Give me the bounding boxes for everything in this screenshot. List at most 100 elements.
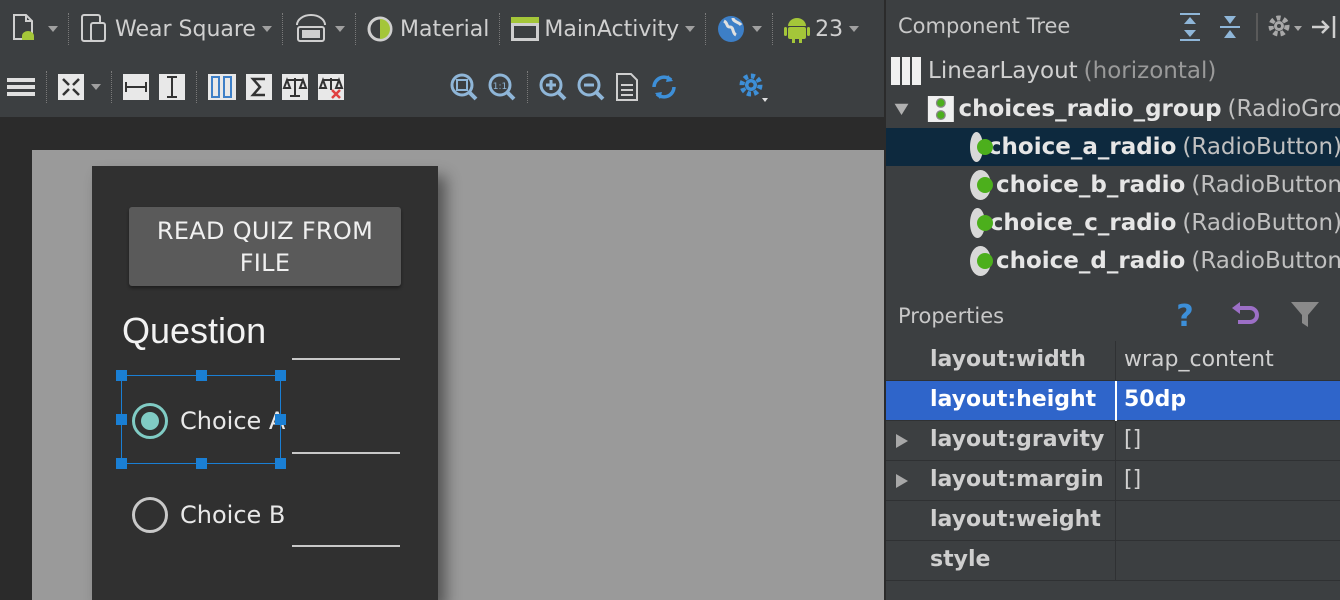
choice-b-radio[interactable]: Choice B: [132, 497, 285, 533]
toolbar-separator: [499, 13, 501, 45]
sum-weights-button[interactable]: [241, 67, 277, 107]
api-level-dropdown[interactable]: 23: [779, 9, 863, 49]
toolbar-separator: [705, 13, 707, 45]
distribute-horizontal-button[interactable]: [118, 67, 154, 107]
device-preview[interactable]: READ QUIZ FROM FILE Question Choice A Ch…: [92, 166, 438, 600]
zoom-fit-button[interactable]: [445, 67, 483, 107]
columns-icon: [208, 74, 236, 100]
resize-handle-bottom-left[interactable]: [116, 458, 127, 469]
chevron-down-icon: [334, 26, 345, 32]
tree-item-name: LinearLayout: [928, 58, 1078, 84]
property-key: layout:gravity: [930, 427, 1105, 452]
edit-text-underline: [292, 545, 400, 547]
orientation-dropdown[interactable]: [289, 9, 349, 49]
read-quiz-button[interactable]: READ QUIZ FROM FILE: [129, 207, 401, 286]
panel-separator: [1256, 13, 1258, 41]
distribute-vertical-button[interactable]: [154, 67, 190, 107]
toolbar-separator: [196, 71, 197, 103]
hide-panel-icon[interactable]: [1308, 10, 1340, 44]
property-row-layout-gravity[interactable]: layout:gravity []: [886, 421, 1340, 461]
resize-handle-top-right[interactable]: [275, 370, 286, 381]
collapse-all-icon[interactable]: [1210, 10, 1250, 44]
tree-item-linearlayout[interactable]: LinearLayout (horizontal): [886, 52, 1340, 90]
refresh-button[interactable]: [644, 67, 684, 107]
zoom-in-button[interactable]: [534, 67, 572, 107]
tree-item-type: (horizontal): [1083, 58, 1217, 84]
tree-item-name: choice_a_radio: [987, 134, 1177, 160]
question-text[interactable]: Question: [122, 310, 266, 352]
resize-handle-top[interactable]: [196, 370, 207, 381]
expand-triangle-icon[interactable]: [896, 434, 908, 448]
toolbar-separator: [111, 71, 112, 103]
property-row-layout-width[interactable]: layout:width wrap_content: [886, 341, 1340, 381]
property-row-layout-weight[interactable]: layout:weight: [886, 501, 1340, 541]
property-value[interactable]: []: [1124, 467, 1141, 492]
tree-item-type: (RadioButton): [1182, 210, 1340, 236]
tree-item-choice-a-radio[interactable]: choice_a_radio (RadioButton): [886, 128, 1340, 166]
tree-item-type: (RadioButton: [1191, 172, 1340, 198]
zoom-out-icon: [577, 73, 605, 101]
tree-item-type: (RadioButton: [1191, 248, 1340, 274]
toolbar-separator: [68, 13, 69, 45]
scale-icon: [282, 74, 308, 100]
tree-item-name: choices_radio_group: [958, 96, 1222, 122]
tree-item-choice-b-radio[interactable]: choice_b_radio (RadioButton: [886, 166, 1340, 204]
jump-to-source-button[interactable]: [610, 67, 644, 107]
gear-dropdown-icon[interactable]: [1264, 10, 1308, 44]
radio-button-icon: [970, 132, 993, 162]
expand-triangle-icon[interactable]: [896, 474, 908, 488]
chevron-down-icon: [752, 26, 763, 32]
resize-handle-right[interactable]: [275, 414, 286, 425]
filter-icon[interactable]: [1288, 298, 1322, 332]
device-dropdown[interactable]: Wear Square: [75, 9, 276, 49]
fill-dropdown[interactable]: [53, 67, 105, 107]
radio-group-icon: [927, 96, 954, 122]
settings-dropdown[interactable]: [732, 67, 774, 107]
zoom-actual-button[interactable]: 1:1: [483, 67, 521, 107]
properties-title: Properties: [898, 304, 1005, 328]
toolbar-separator: [354, 13, 356, 45]
resize-handle-bottom[interactable]: [196, 458, 207, 469]
property-value[interactable]: 50dp: [1124, 387, 1186, 412]
hamburger-icon: [7, 78, 35, 96]
zoom-out-button[interactable]: [572, 67, 610, 107]
distribute-vertical-icon: [159, 74, 185, 100]
property-value[interactable]: []: [1124, 427, 1141, 452]
resize-handle-left[interactable]: [116, 414, 127, 425]
chevron-down-icon: [48, 26, 58, 32]
zoom-in-icon: [539, 73, 567, 101]
property-value[interactable]: wrap_content: [1124, 347, 1274, 372]
tree-item-name: choice_b_radio: [995, 172, 1186, 198]
tree-item-choice-d-radio[interactable]: choice_d_radio (RadioButton: [886, 242, 1340, 280]
chevron-down-icon: [91, 84, 101, 90]
property-row-layout-height[interactable]: layout:height 50dp: [886, 381, 1340, 421]
api-level-label: 23: [815, 16, 844, 42]
column-divider: [1115, 501, 1116, 541]
component-tree-header: Component Tree: [886, 0, 1340, 52]
locale-dropdown[interactable]: [712, 9, 766, 49]
toolbar-separator: [281, 13, 283, 45]
theme-icon: [367, 16, 393, 42]
expand-all-icon[interactable]: [1170, 10, 1210, 44]
property-key: layout:width: [930, 347, 1086, 372]
weights-button[interactable]: [203, 67, 241, 107]
property-row-style[interactable]: style: [886, 541, 1340, 581]
resize-handle-bottom-right[interactable]: [275, 458, 286, 469]
sigma-icon: [246, 74, 272, 100]
expand-triangle-icon[interactable]: [892, 99, 913, 119]
activity-dropdown[interactable]: MainActivity: [506, 9, 699, 49]
new-file-dropdown[interactable]: [0, 9, 62, 49]
balance-weights-button[interactable]: [277, 67, 313, 107]
property-key: layout:height: [930, 387, 1097, 412]
tree-item-choices-radio-group[interactable]: choices_radio_group (RadioGro: [886, 90, 1340, 128]
clear-weights-button[interactable]: [313, 67, 349, 107]
property-row-layout-margin[interactable]: layout:margin []: [886, 461, 1340, 501]
layout-actions-button[interactable]: [0, 67, 40, 107]
resize-handle-top-left[interactable]: [116, 370, 127, 381]
theme-button[interactable]: Material: [362, 9, 493, 49]
tree-item-choice-c-radio[interactable]: choice_c_radio (RadioButton): [886, 204, 1340, 242]
undo-icon[interactable]: [1228, 298, 1262, 332]
column-divider: [1115, 421, 1116, 461]
help-icon[interactable]: ?: [1170, 298, 1200, 332]
properties-header: Properties ?: [886, 292, 1340, 340]
